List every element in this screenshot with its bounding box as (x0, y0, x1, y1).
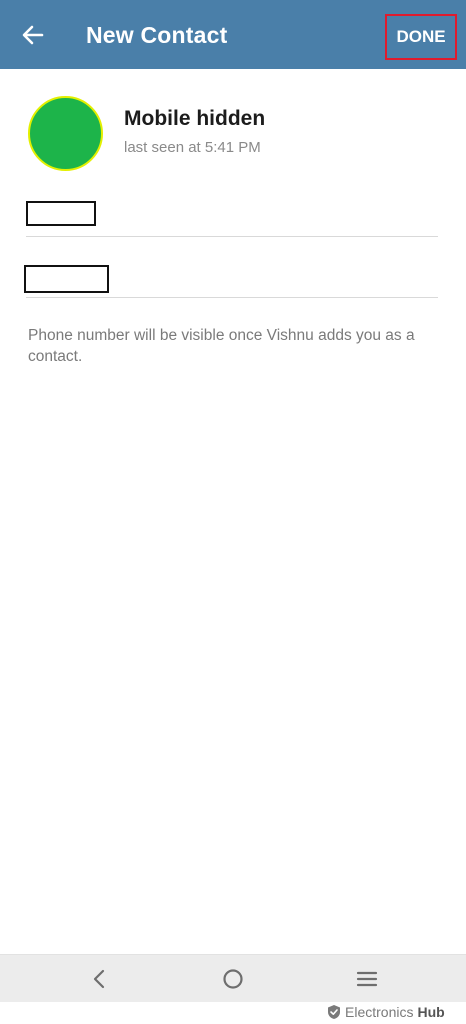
avatar (28, 96, 103, 171)
arrow-left-icon (22, 25, 44, 45)
contact-name: Mobile hidden (124, 107, 266, 130)
watermark-brand: Electronics (345, 1004, 414, 1020)
nav-home-button[interactable] (216, 963, 250, 995)
divider (26, 236, 438, 237)
divider (26, 297, 438, 298)
chevron-left-icon (93, 969, 105, 989)
first-name-field[interactable] (26, 201, 96, 226)
watermark-brand-bold: Hub (417, 1004, 445, 1020)
done-button[interactable]: DONE (385, 14, 457, 60)
visibility-info-text: Phone number will be visible once Vishnu… (28, 327, 415, 365)
nav-back-button[interactable] (82, 963, 116, 995)
back-button[interactable] (16, 18, 50, 52)
shield-logo-icon (328, 1005, 340, 1019)
system-nav-bar (0, 954, 466, 1002)
last-name-field[interactable] (24, 265, 109, 293)
contact-status: last seen at 5:41 PM (124, 139, 261, 156)
circle-home-icon (223, 969, 243, 989)
page-title: New Contact (86, 22, 228, 48)
menu-lines-icon (356, 971, 378, 987)
nav-menu-button[interactable] (350, 963, 384, 995)
app-bar: New Contact DONE (0, 0, 466, 69)
watermark: Electronics Hub (327, 1003, 445, 1021)
